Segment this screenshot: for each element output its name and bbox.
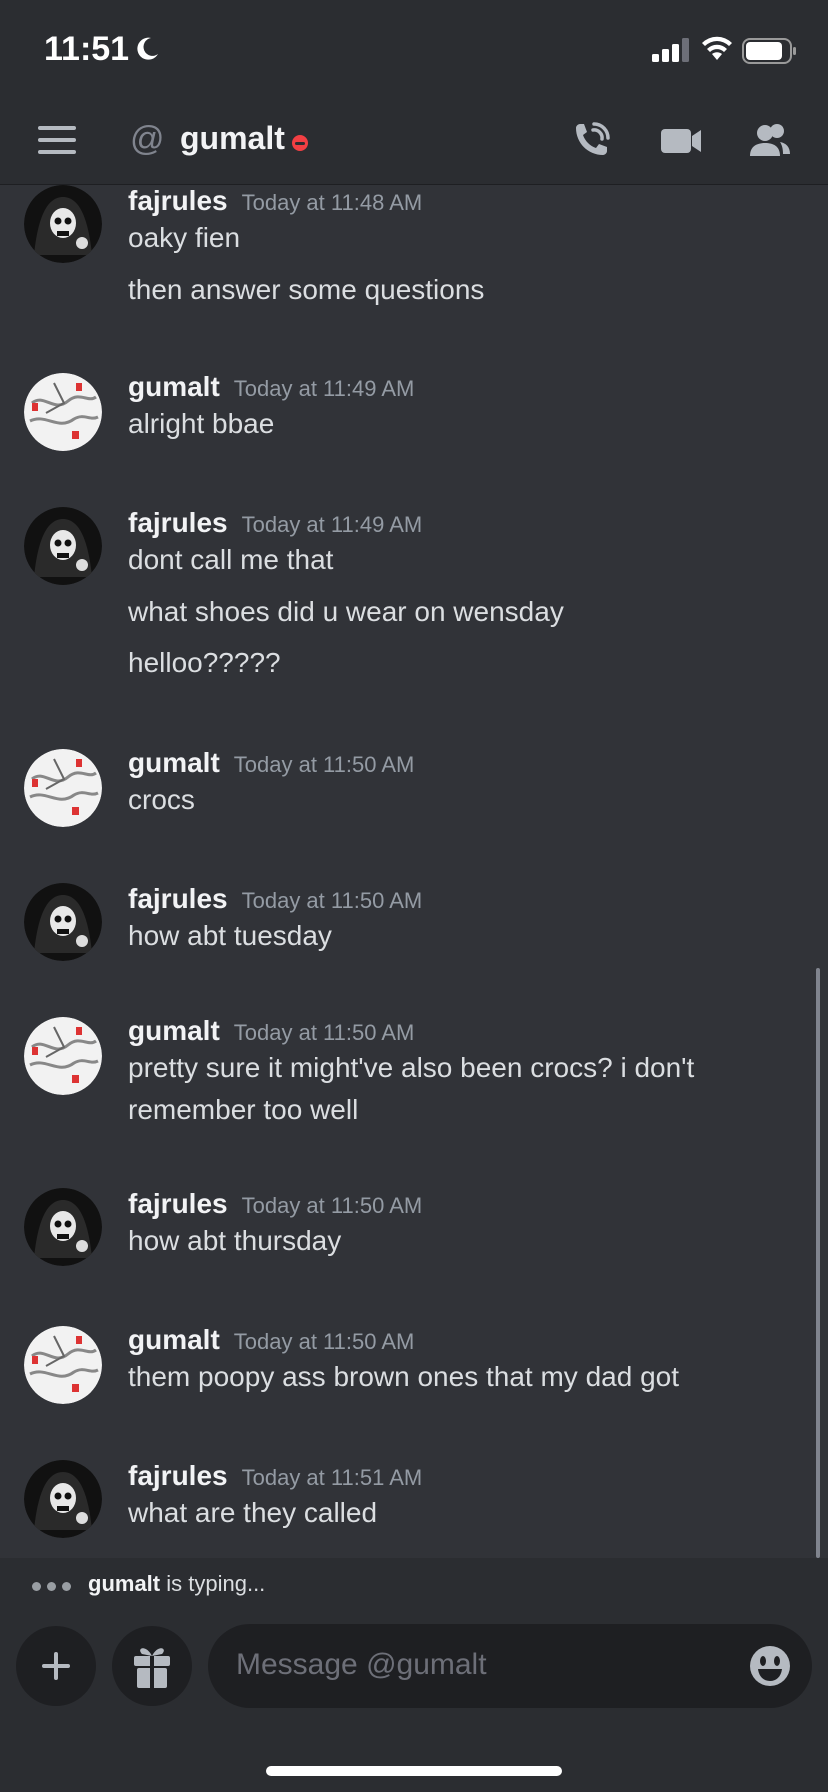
message-timestamp: Today at 11:50 AM	[233, 1020, 415, 1045]
message-text: dont call me that	[128, 544, 334, 575]
hamburger-icon[interactable]	[38, 126, 76, 154]
typing-indicator: gumalt is typing...	[0, 1558, 828, 1608]
avatar[interactable]	[24, 185, 102, 263]
avatar[interactable]	[24, 507, 102, 585]
message-text: helloo?????	[128, 647, 281, 678]
message-author[interactable]: fajrules Today at 11:49 AM	[128, 507, 422, 539]
avatar[interactable]	[24, 1326, 102, 1404]
message-input[interactable]: Message @gumalt	[208, 1624, 812, 1708]
message-text: then answer some questions	[128, 274, 485, 305]
message-composer: Message @gumalt	[0, 1608, 828, 1792]
message-author[interactable]: fajrules Today at 11:50 AM	[128, 1188, 422, 1220]
emoji-icon[interactable]	[748, 1644, 792, 1688]
message-timestamp: Today at 11:50 AM	[233, 752, 415, 777]
moon-icon	[137, 37, 158, 60]
message-author[interactable]: gumalt Today at 11:50 AM	[128, 747, 414, 779]
plus-icon	[36, 1626, 76, 1706]
message-timestamp: Today at 11:50 AM	[233, 1329, 415, 1354]
scrollbar[interactable]	[816, 968, 820, 1558]
members-icon[interactable]	[746, 118, 792, 164]
message-author[interactable]: gumalt Today at 11:50 AM	[128, 1324, 414, 1356]
message-text: what are they called	[128, 1497, 378, 1528]
message-text: crocs	[128, 784, 195, 815]
message-timestamp: Today at 11:51 AM	[241, 1465, 423, 1490]
dnd-status-icon	[292, 135, 308, 151]
avatar[interactable]	[24, 749, 102, 827]
typing-dots-icon	[32, 1578, 77, 1596]
status-bar: 11:51	[0, 0, 828, 100]
avatar[interactable]	[24, 373, 102, 451]
avatar[interactable]	[24, 1460, 102, 1538]
status-time: 11:51	[44, 30, 130, 68]
channel-title[interactable]: gumalt	[180, 120, 285, 157]
gift-icon	[134, 1648, 170, 1688]
typing-text: gumalt is typing...	[88, 1571, 266, 1596]
message-timestamp: Today at 11:48 AM	[241, 190, 423, 215]
message-text: remember too well	[128, 1094, 359, 1125]
wifi-icon	[702, 36, 732, 60]
message-author[interactable]: fajrules Today at 11:48 AM	[128, 185, 422, 217]
avatar[interactable]	[24, 883, 102, 961]
message-text: how abt tuesday	[128, 920, 332, 951]
message-author[interactable]: gumalt Today at 11:50 AM	[128, 1015, 414, 1047]
message-timestamp: Today at 11:49 AM	[233, 376, 415, 401]
message-text: pretty sure it might've also been crocs?…	[128, 1052, 695, 1083]
video-camera-icon[interactable]	[658, 118, 704, 164]
message-text: what shoes did u wear on wensday	[128, 596, 564, 627]
message-author[interactable]: fajrules Today at 11:50 AM	[128, 883, 422, 915]
home-indicator[interactable]	[266, 1766, 562, 1776]
cellular-signal-icon	[652, 38, 689, 62]
add-attachment-button[interactable]	[16, 1626, 96, 1706]
message-text: how abt thursday	[128, 1225, 342, 1256]
message-text: them poopy ass brown ones that my dad go…	[128, 1361, 679, 1392]
message-input-placeholder: Message @gumalt	[236, 1648, 487, 1681]
message-timestamp: Today at 11:50 AM	[241, 1193, 423, 1218]
battery-icon	[742, 38, 796, 64]
message-list[interactable]: fajrules Today at 11:48 AM oaky fien then…	[0, 185, 828, 1558]
phone-call-icon[interactable]	[568, 118, 614, 164]
message-author[interactable]: fajrules Today at 11:51 AM	[128, 1460, 422, 1492]
message-author[interactable]: gumalt Today at 11:49 AM	[128, 371, 414, 403]
avatar[interactable]	[24, 1188, 102, 1266]
message-text: alright bbae	[128, 408, 275, 439]
channel-header: @ gumalt	[0, 100, 828, 185]
message-text: oaky fien	[128, 222, 241, 253]
message-timestamp: Today at 11:50 AM	[241, 888, 423, 913]
at-icon: @	[130, 120, 165, 158]
avatar[interactable]	[24, 1017, 102, 1095]
gift-button[interactable]	[112, 1626, 192, 1706]
message-timestamp: Today at 11:49 AM	[241, 512, 423, 537]
